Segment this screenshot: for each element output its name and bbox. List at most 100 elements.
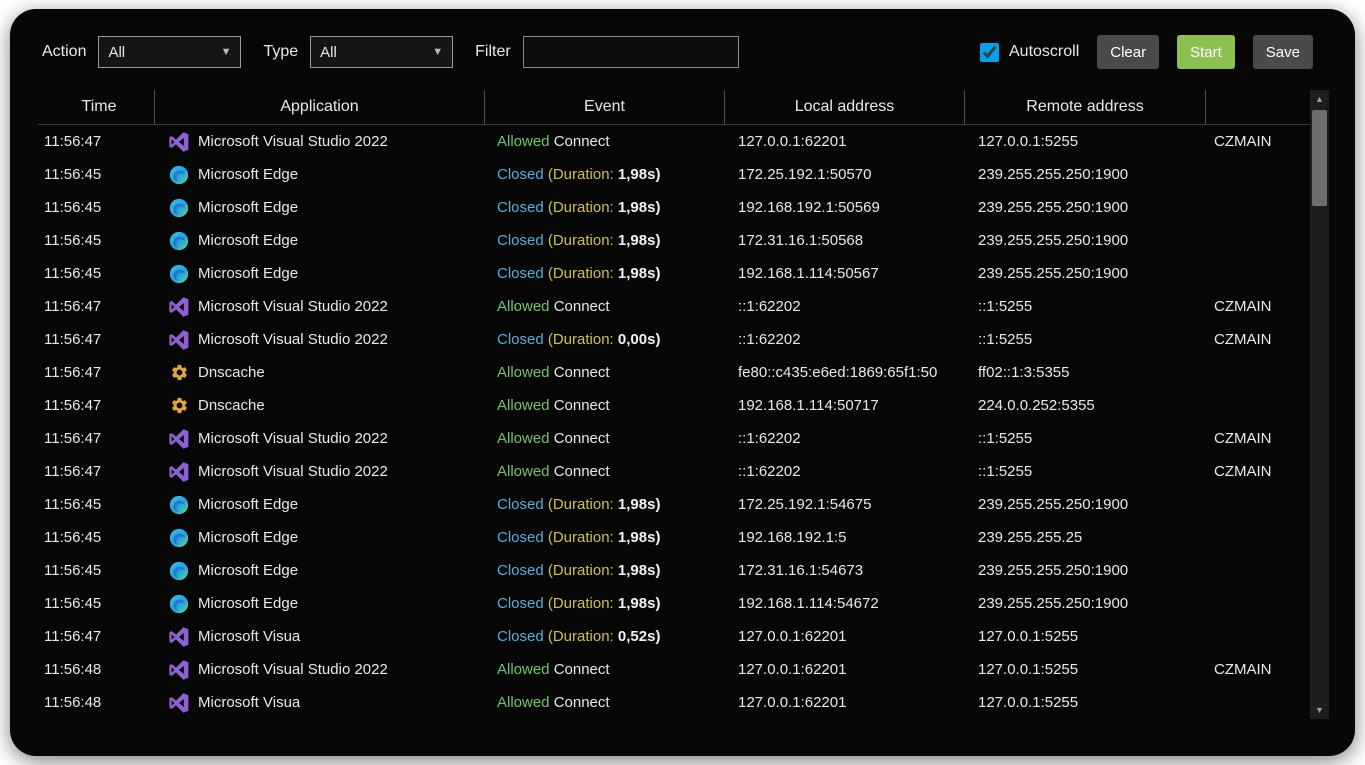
cell-app-name: Microsoft Visual Studio 2022 (198, 331, 388, 348)
table-row[interactable]: 11:56:47 Microsoft Visual Studio 2022 Al… (38, 290, 1329, 323)
cell-local-address: 172.31.16.1:54673 (725, 562, 965, 579)
table-row[interactable]: 11:56:45 Microsoft Edge Closed (Duration… (38, 587, 1329, 620)
cell-time: 11:56:47 (38, 430, 155, 447)
cell-event: Allowed Connect (485, 463, 725, 480)
cell-application: Microsoft Edge (155, 264, 485, 284)
table-row[interactable]: 11:56:47 Microsoft Visual Studio 2022 Al… (38, 455, 1329, 488)
cell-local-address: 192.168.1.114:50567 (725, 265, 965, 282)
cell-app-name: Microsoft Edge (198, 496, 298, 513)
cell-application: Microsoft Visua (155, 627, 485, 647)
column-header-remote-address[interactable]: Remote address (965, 90, 1206, 124)
action-dropdown-value: All (108, 44, 125, 61)
table-row[interactable]: 11:56:47 Microsoft Visual Studio 2022 Al… (38, 422, 1329, 455)
edge-icon (169, 231, 189, 251)
edge-icon (169, 198, 189, 218)
table-row[interactable]: 11:56:45 Microsoft Edge Closed (Duration… (38, 257, 1329, 290)
cell-host: CZMAIN (1206, 661, 1310, 678)
cell-application: Microsoft Edge (155, 528, 485, 548)
table-row[interactable]: 11:56:47 Microsoft Visua Closed (Duratio… (38, 620, 1329, 653)
table-row[interactable]: 11:56:45 Microsoft Edge Closed (Duration… (38, 521, 1329, 554)
save-button[interactable]: Save (1253, 35, 1313, 69)
edge-icon (169, 561, 189, 581)
edge-icon (169, 528, 189, 548)
cell-local-address: 127.0.0.1:62201 (725, 694, 965, 711)
cell-app-name: Microsoft Visual Studio 2022 (198, 298, 388, 315)
column-header-local-address[interactable]: Local address (725, 90, 965, 124)
autoscroll-label: Autoscroll (1009, 43, 1079, 61)
cell-time: 11:56:45 (38, 265, 155, 282)
cell-time: 11:56:47 (38, 463, 155, 480)
column-header-host[interactable] (1206, 90, 1310, 124)
table-row[interactable]: 11:56:47 Microsoft Visual Studio 2022 Cl… (38, 323, 1329, 356)
cell-local-address: ::1:62202 (725, 430, 965, 447)
log-table: Time Application Event Local address Rem… (38, 90, 1329, 719)
cell-local-address: 172.31.16.1:50568 (725, 232, 965, 249)
table-row[interactable]: 11:56:45 Microsoft Edge Closed (Duration… (38, 191, 1329, 224)
action-label: Action (42, 43, 86, 61)
table-row[interactable]: 11:56:48 Microsoft Visual Studio 2022 Al… (38, 653, 1329, 686)
table-row[interactable]: 11:56:47 Dnscache Allowed Connect fe80::… (38, 356, 1329, 389)
cell-host: CZMAIN (1206, 133, 1310, 150)
visual-studio-icon (169, 330, 189, 350)
gear-icon (169, 396, 189, 416)
cell-application: Microsoft Edge (155, 594, 485, 614)
clear-button[interactable]: Clear (1097, 35, 1159, 69)
column-header-time[interactable]: Time (38, 90, 155, 124)
table-row[interactable]: 11:56:45 Microsoft Edge Closed (Duration… (38, 554, 1329, 587)
table-row[interactable]: 11:56:48 Microsoft Visua Allowed Connect… (38, 686, 1329, 719)
scrollbar-thumb[interactable] (1312, 110, 1327, 206)
cell-time: 11:56:45 (38, 496, 155, 513)
cell-event: Allowed Connect (485, 430, 725, 447)
cell-time: 11:56:48 (38, 661, 155, 678)
table-row[interactable]: 11:56:45 Microsoft Edge Closed (Duration… (38, 158, 1329, 191)
cell-time: 11:56:48 (38, 694, 155, 711)
action-dropdown[interactable]: All ▼ (98, 36, 241, 68)
cell-time: 11:56:47 (38, 628, 155, 645)
cell-app-name: Microsoft Edge (198, 595, 298, 612)
chevron-down-icon: ▼ (432, 47, 443, 58)
chevron-down-icon: ▼ (221, 47, 232, 58)
cell-local-address: 127.0.0.1:62201 (725, 628, 965, 645)
column-header-event[interactable]: Event (485, 90, 725, 124)
cell-time: 11:56:45 (38, 232, 155, 249)
table-row[interactable]: 11:56:45 Microsoft Edge Closed (Duration… (38, 488, 1329, 521)
cell-local-address: fe80::c435:e6ed:1869:65f1:50 (725, 364, 965, 381)
start-button[interactable]: Start (1177, 35, 1235, 69)
cell-app-name: Microsoft Visual Studio 2022 (198, 661, 388, 678)
cell-remote-address: 239.255.255.250:1900 (965, 595, 1206, 612)
cell-event: Allowed Connect (485, 364, 725, 381)
visual-studio-icon (169, 429, 189, 449)
cell-application: Microsoft Visua (155, 693, 485, 713)
scroll-up-icon[interactable]: ▲ (1310, 90, 1329, 108)
type-dropdown-value: All (320, 44, 337, 61)
cell-host: CZMAIN (1206, 331, 1310, 348)
cell-app-name: Microsoft Edge (198, 529, 298, 546)
cell-event: Closed (Duration: 1,98s) (485, 562, 725, 579)
cell-application: Microsoft Edge (155, 231, 485, 251)
app-window: Action All ▼ Type All ▼ Filter Autoscrol… (10, 9, 1355, 756)
scroll-down-icon[interactable]: ▼ (1310, 701, 1329, 719)
autoscroll-checkbox[interactable] (980, 43, 999, 62)
vertical-scrollbar[interactable]: ▲ ▼ (1310, 90, 1329, 719)
cell-local-address: ::1:62202 (725, 463, 965, 480)
type-dropdown[interactable]: All ▼ (310, 36, 453, 68)
cell-local-address: 192.168.1.114:50717 (725, 397, 965, 414)
column-header-application[interactable]: Application (155, 90, 485, 124)
cell-application: Dnscache (155, 363, 485, 383)
cell-remote-address: 127.0.0.1:5255 (965, 628, 1206, 645)
table-row[interactable]: 11:56:47 Dnscache Allowed Connect 192.16… (38, 389, 1329, 422)
cell-app-name: Microsoft Edge (198, 265, 298, 282)
table-row[interactable]: 11:56:45 Microsoft Edge Closed (Duration… (38, 224, 1329, 257)
cell-remote-address: 239.255.255.250:1900 (965, 265, 1206, 282)
cell-remote-address: ::1:5255 (965, 430, 1206, 447)
cell-time: 11:56:45 (38, 166, 155, 183)
table-row[interactable]: 11:56:47 Microsoft Visual Studio 2022 Al… (38, 125, 1329, 158)
filter-input[interactable] (523, 36, 739, 68)
cell-local-address: 192.168.192.1:5 (725, 529, 965, 546)
cell-application: Microsoft Visual Studio 2022 (155, 330, 485, 350)
cell-event: Closed (Duration: 1,98s) (485, 166, 725, 183)
cell-application: Microsoft Edge (155, 198, 485, 218)
cell-host: CZMAIN (1206, 463, 1310, 480)
cell-app-name: Dnscache (198, 397, 265, 414)
cell-application: Microsoft Edge (155, 495, 485, 515)
